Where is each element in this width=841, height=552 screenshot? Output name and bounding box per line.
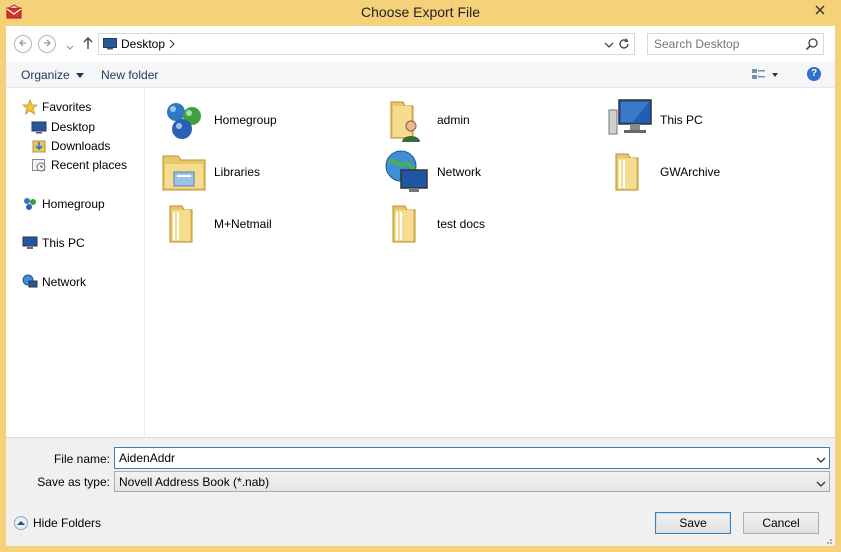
folder-icon (160, 200, 208, 248)
hide-folders-button[interactable]: Hide Folders (14, 516, 101, 530)
refresh-icon[interactable] (617, 37, 631, 51)
chevron-right-icon[interactable] (169, 38, 175, 52)
sidebar-item-label: Recent places (51, 158, 128, 172)
save-details-pane: File name: Save as type: Novell Address … (6, 437, 835, 546)
address-bar[interactable]: Desktop (98, 33, 635, 55)
list-item-libraries[interactable]: Libraries (160, 148, 380, 196)
chevron-down-icon[interactable] (816, 453, 826, 467)
item-label: GWArchive (660, 165, 721, 179)
list-item-homegroup[interactable]: Homegroup (160, 96, 380, 144)
computer-icon (606, 96, 654, 144)
details-view-icon (751, 69, 781, 86)
change-view-button[interactable] (751, 67, 781, 83)
file-list: Homegroup admin This PC Libraries Networ… (146, 88, 835, 437)
sidebar-item-recent-places[interactable]: Recent places (31, 156, 127, 174)
up-folder-button[interactable] (82, 35, 96, 53)
list-item-m-netmail[interactable]: M+Netmail (160, 200, 380, 248)
file-name-input[interactable] (115, 448, 811, 468)
file-name-label: File name: (53, 452, 110, 466)
chevron-down-icon (816, 477, 826, 491)
network-icon (383, 148, 431, 196)
sidebar-item-label: Network (42, 275, 87, 289)
address-dropdown-button[interactable] (604, 38, 614, 52)
star-icon (21, 98, 39, 115)
network-icon (22, 274, 38, 290)
sidebar-item-label: This PC (42, 236, 85, 250)
arrow-up-icon (82, 37, 94, 54)
hide-folders-label: Hide Folders (33, 516, 102, 530)
arrow-right-icon (42, 37, 52, 51)
organize-label: Organize (21, 68, 70, 82)
sidebar-item-network[interactable]: Network (22, 273, 86, 291)
downloads-icon (31, 138, 47, 154)
sidebar-item-label: Favorites (42, 100, 92, 114)
close-button[interactable] (805, 0, 835, 22)
sidebar-item-label: Desktop (51, 120, 96, 134)
navigation-bar: Desktop (6, 26, 835, 62)
recent-locations-dropdown[interactable] (66, 40, 74, 54)
recent-places-icon (31, 157, 47, 173)
item-label: test docs (437, 217, 486, 231)
list-item-test-docs[interactable]: test docs (383, 200, 603, 248)
list-item-gwarchive[interactable]: GWArchive (606, 148, 826, 196)
chevron-up-icon (14, 516, 28, 530)
sidebar-item-downloads[interactable]: Downloads (31, 137, 110, 155)
folder-icon (383, 200, 431, 248)
save-button[interactable]: Save (655, 512, 731, 534)
sidebar-item-this-pc[interactable]: This PC (22, 234, 85, 252)
cancel-button[interactable]: Cancel (743, 512, 819, 534)
item-label: Network (437, 165, 482, 179)
arrow-left-icon (18, 37, 28, 51)
desktop-icon (31, 119, 47, 135)
dialog-window: Choose Export File Desktop Search Deskto… (0, 0, 841, 552)
libraries-icon (160, 148, 208, 196)
user-folder-icon (383, 96, 431, 144)
dialog-client-area: Desktop Organize (6, 26, 835, 546)
search-box (647, 33, 824, 55)
forward-button[interactable] (38, 35, 56, 53)
back-button[interactable] (14, 35, 32, 53)
sidebar-item-label: Homegroup (42, 197, 105, 211)
navigation-pane: Favorites Desktop Downloads Recent place… (6, 88, 145, 437)
save-type-value: Novell Address Book (*.nab) (119, 475, 270, 489)
close-icon (815, 4, 825, 18)
list-item-admin[interactable]: admin (383, 96, 603, 144)
sidebar-item-favorites[interactable]: Favorites (21, 98, 92, 116)
address-location[interactable]: Desktop (121, 37, 165, 51)
command-bar: Organize New folder ? (6, 62, 835, 88)
save-type-select[interactable]: Novell Address Book (*.nab) (114, 471, 830, 492)
resize-grip[interactable] (823, 534, 833, 544)
item-label: Homegroup (214, 113, 277, 127)
new-folder-button[interactable]: New folder (101, 68, 158, 82)
file-name-combobox (114, 447, 830, 469)
help-icon[interactable]: ? (807, 67, 821, 81)
item-label: Libraries (214, 165, 261, 179)
organize-menu[interactable]: Organize (21, 68, 85, 82)
search-input[interactable] (648, 34, 798, 54)
list-item-network[interactable]: Network (383, 148, 603, 196)
item-label: This PC (660, 113, 703, 127)
homegroup-icon (160, 96, 208, 144)
item-label: M+Netmail (214, 217, 272, 231)
sidebar-item-desktop[interactable]: Desktop (31, 118, 95, 136)
dialog-title: Choose Export File (360, 4, 481, 20)
search-icon[interactable] (805, 37, 819, 51)
item-label: admin (437, 113, 470, 127)
desktop-icon (103, 38, 117, 50)
sidebar-item-label: Downloads (51, 139, 111, 153)
list-item-this-pc[interactable]: This PC (606, 96, 826, 144)
sidebar-item-homegroup[interactable]: Homegroup (22, 195, 105, 213)
homegroup-icon (22, 196, 38, 212)
folder-icon (606, 148, 654, 196)
computer-icon (22, 235, 38, 251)
save-type-label: Save as type: (37, 475, 110, 489)
title-bar[interactable]: Choose Export File (0, 0, 841, 26)
